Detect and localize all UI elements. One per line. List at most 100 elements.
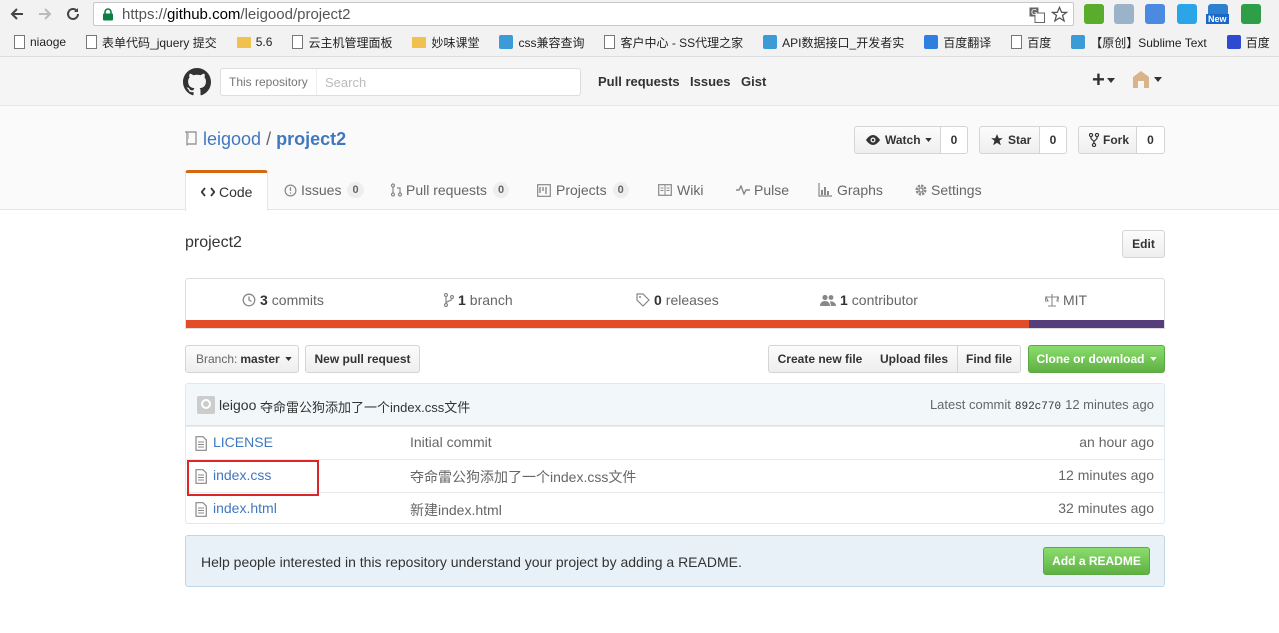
reload-icon (67, 7, 79, 20)
commits-label: commits (271, 292, 324, 308)
commit-author-avatar[interactable] (197, 396, 215, 414)
tab-count: 0 (347, 182, 364, 198)
download-manager-icon[interactable] (1114, 4, 1134, 24)
find-file-button[interactable]: Find file (957, 345, 1021, 373)
baidu-icon (1226, 35, 1241, 49)
new-badge: New (1206, 14, 1229, 24)
commit-sha[interactable]: 892c770 (1015, 401, 1061, 413)
license-link[interactable]: MIT (1045, 292, 1087, 308)
bookmark-item[interactable]: 妙味课堂 (408, 31, 483, 53)
tab-label: Pulse (754, 182, 790, 198)
bookmark-item[interactable]: 百度翻译 (920, 31, 995, 53)
bookmark-label: niaoge (30, 35, 67, 49)
back-button[interactable] (6, 4, 28, 24)
repo-icon (185, 131, 197, 146)
bookmark-item[interactable]: 百度 (1007, 31, 1055, 53)
star-count[interactable]: 0 (1040, 126, 1067, 154)
pull-request-icon (391, 183, 402, 197)
tab-pull-requests[interactable]: Pull requests 0 (391, 170, 510, 210)
commits-count: 3 (260, 292, 268, 308)
download-extension-icon[interactable] (1084, 4, 1104, 24)
tab-count: 0 (492, 182, 510, 198)
tab-issues[interactable]: Issues 0 (284, 170, 364, 210)
new-extension-icon[interactable]: New (1206, 4, 1229, 24)
file-commit-message[interactable]: 新建index.html (410, 500, 502, 520)
clone-or-download-button[interactable]: Clone or download (1028, 345, 1165, 373)
edit-description-button[interactable]: Edit (1122, 230, 1165, 258)
releases-count: 0 (654, 292, 662, 308)
upload-files-button[interactable]: Upload files (871, 345, 958, 373)
bookmark-item[interactable]: 【原创】Sublime Text (1067, 31, 1210, 53)
file-commit-message[interactable]: Initial commit (410, 434, 492, 450)
file-commit-message[interactable]: 夺命雷公狗添加了一个index.css文件 (410, 467, 636, 487)
nav-issues[interactable]: Issues (690, 74, 730, 89)
bookmark-item[interactable]: 云主机管理面板 (288, 31, 396, 53)
nav-gist[interactable]: Gist (741, 74, 766, 89)
bookmark-item[interactable]: 5.6 (233, 31, 277, 53)
contributors-link[interactable]: 1 contributor (820, 292, 918, 308)
bookmark-label: 百度翻译 (943, 35, 992, 50)
star-button[interactable]: Star (979, 126, 1040, 154)
create-new-file-button[interactable]: Create new file (768, 345, 872, 373)
bookmark-item[interactable]: 表单代码_jquery 提交 (82, 31, 221, 53)
add-readme-button[interactable]: Add a README (1043, 547, 1150, 575)
tab-label: Code (219, 184, 253, 200)
search-input[interactable] (317, 69, 579, 95)
latest-commit-label: Latest commit (929, 397, 1011, 412)
clone-label: Clone or download (1036, 352, 1145, 366)
tab-pulse[interactable]: Pulse (736, 170, 789, 210)
tab-settings[interactable]: Settings (914, 170, 982, 210)
star-label: Star (1008, 133, 1032, 147)
watch-count[interactable]: 0 (941, 126, 968, 154)
branch-select-button[interactable]: Branch: master (185, 345, 299, 373)
bookmark-label: API数据接口_开发者实 (782, 35, 905, 50)
bookmark-item[interactable]: API数据接口_开发者实 (759, 31, 908, 53)
bookmark-item[interactable]: css兼容查询 (495, 31, 588, 53)
translate-page-icon[interactable]: G (1029, 7, 1045, 23)
file-age: 32 minutes ago (1058, 500, 1154, 516)
language-segment-html (186, 320, 1030, 328)
language-bar[interactable] (186, 320, 1164, 328)
releases-link[interactable]: 0 releases (636, 292, 719, 308)
branch-prefix: Branch: (196, 352, 238, 366)
bookmark-item[interactable]: 客户中心 - SS代理之家 (600, 31, 747, 53)
create-new-dropdown[interactable]: + (1092, 69, 1115, 91)
fork-count[interactable]: 0 (1137, 126, 1165, 154)
fork-button[interactable]: Fork (1078, 126, 1137, 154)
translate-extension-icon[interactable] (1145, 4, 1165, 24)
tab-wiki[interactable]: Wiki (658, 170, 703, 210)
address-bar[interactable]: https://github.com/leigood/project2 G (93, 2, 1074, 26)
file-name-link[interactable]: LICENSE (213, 434, 273, 450)
commits-link[interactable]: 3 commits (242, 292, 324, 308)
repo-owner-link[interactable]: leigood (203, 129, 261, 149)
user-menu-dropdown[interactable] (1131, 69, 1162, 89)
bookmark-star-icon[interactable] (1051, 6, 1068, 23)
commit-author[interactable]: leigoo (219, 397, 256, 413)
nav-pull-requests[interactable]: Pull requests (598, 74, 680, 89)
file-row: index.css 夺命雷公狗添加了一个index.css文件 12 minutes… (186, 459, 1164, 492)
tab-label: Pull requests (406, 182, 487, 198)
bookmark-item[interactable]: niaoge (10, 31, 70, 53)
github-logo-icon[interactable] (183, 68, 211, 96)
repo-name-link[interactable]: project2 (276, 129, 346, 149)
tab-projects[interactable]: Projects 0 (537, 170, 629, 210)
forward-button[interactable] (34, 4, 56, 24)
releases-label: releases (665, 292, 719, 308)
new-pull-request-button[interactable]: New pull request (305, 345, 420, 373)
plus-icon: + (1092, 67, 1105, 92)
tab-code[interactable]: Code (185, 170, 269, 211)
project-board-icon (537, 183, 551, 197)
tab-label: Issues (301, 182, 342, 198)
screenshot-extension-icon[interactable] (1177, 4, 1197, 24)
file-table: leigoo 夺命雷公狗添加了一个index.css文件 Latest comm… (185, 383, 1165, 524)
forward-arrow-icon (39, 8, 52, 20)
tab-graphs[interactable]: Graphs (818, 170, 883, 210)
adblock-extension-icon[interactable] (1241, 4, 1261, 24)
branches-link[interactable]: 1 branch (444, 292, 513, 308)
file-name-link[interactable]: index.html (213, 500, 277, 516)
bookmark-item[interactable]: 百度 (1223, 31, 1274, 53)
reload-button[interactable] (62, 4, 84, 24)
watch-button[interactable]: Watch (854, 126, 941, 154)
commit-message[interactable]: 夺命雷公狗添加了一个index.css文件 (260, 397, 470, 416)
avatar (1131, 69, 1151, 89)
